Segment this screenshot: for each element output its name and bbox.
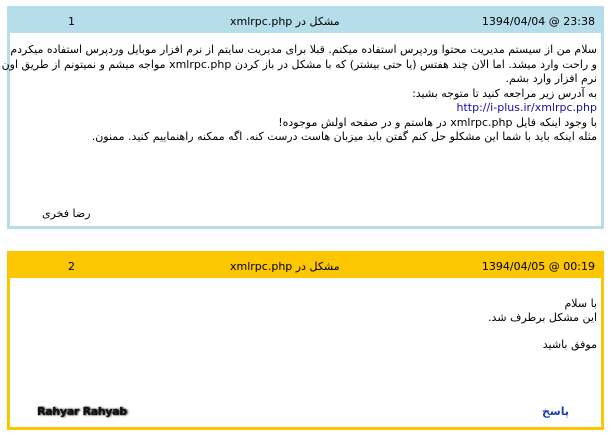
post-text-line: موفق باشید <box>542 337 597 351</box>
post-subject: مشکل در xmlrpc.php <box>230 15 340 28</box>
post-signature: Rahyar Rahyab <box>37 405 127 418</box>
post-text-line: نرم افزار وارد بشم. <box>505 72 597 85</box>
post-number: 2 <box>68 260 75 273</box>
post-body: با سلام این مشکل برطرف شد. موفق باشید <box>14 297 597 351</box>
post-text-line: با سلام <box>564 297 597 310</box>
post-number: 1 <box>68 15 75 28</box>
post-date: 1394/04/05 @ 00:19 <box>481 260 595 273</box>
post-2: 2 مشکل در xmlrpc.php 1394/04/05 @ 00:19 … <box>7 251 604 430</box>
post-text-line: با وجود اینکه فایل xmlrpc.php در هاستم و… <box>278 115 597 129</box>
post-signature: رضا فخری <box>42 207 91 220</box>
post-subject: مشکل در xmlrpc.php <box>230 260 340 273</box>
post-text-line: به آدرس زیر مراجعه کنید تا متوجه بشید: <box>412 86 597 100</box>
post-text-line <box>14 324 597 338</box>
post-date: 1394/04/04 @ 23:38 <box>481 15 595 28</box>
post-text-line: مثله اینکه باید با شما این مشکلو حل کنم … <box>91 130 597 143</box>
post-text-line: سلام من از سیستم مدیریت محتوا وردپرس است… <box>10 43 597 56</box>
post-body: سلام من از سیستم مدیریت محتوا وردپرس است… <box>1 43 597 145</box>
post-header: 2 مشکل در xmlrpc.php 1394/04/05 @ 00:19 <box>10 254 601 278</box>
post-text-line: و راحت وارد میشد. اما الان چند هفتس (یا … <box>1 57 597 71</box>
post-1: 1 مشکل در xmlrpc.php 1394/04/04 @ 23:38 … <box>1 6 604 229</box>
post-header: 1 مشکل در xmlrpc.php 1394/04/04 @ 23:38 <box>10 9 601 33</box>
post-text-line: این مشکل برطرف شد. <box>488 310 597 324</box>
reply-link[interactable]: پاسخ <box>542 405 569 418</box>
post-link[interactable]: http://i-plus.ir/xmlrpc.php <box>14 101 597 116</box>
